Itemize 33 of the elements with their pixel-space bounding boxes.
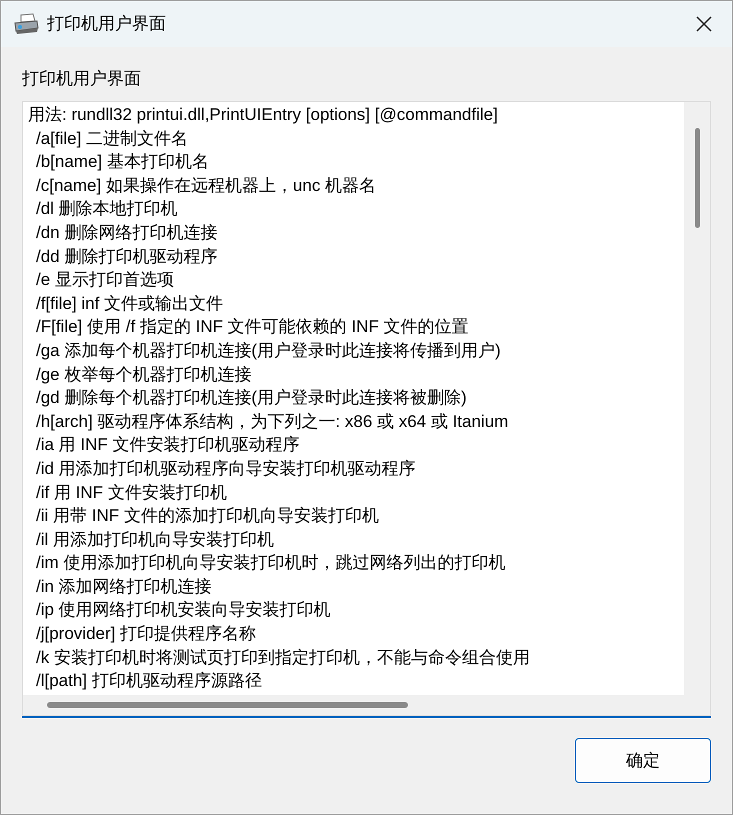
text-line: /ga 添加每个机器打印机连接(用户登录时此连接将传播到用户) [36,340,501,360]
text-line: /f[file] inf 文件或输出文件 [36,294,224,313]
text-line: /k 安装打印机时将测试页打印到指定打印机，不能与命令组合使用 [36,648,530,667]
text-line: /a[file] 二进制文件名 [36,128,188,148]
text-line: /in 添加网络打印机连接 [36,576,212,596]
text-line: /ip 使用网络打印机安装向导安装打印机 [36,600,331,620]
text-line: /dn 删除网络打印机连接 [36,222,218,242]
text-area[interactable] [22,101,711,716]
text-line: /ia 用 INF 文件安装打印机驱动程序 [36,435,300,454]
text-line: /im 使用添加打印机向导安装打印机时，跳过网络列出的打印机 [36,553,506,572]
text-line: /ge 枚举每个机器打印机连接 [36,364,252,384]
printer-icon [13,13,39,35]
text-line: /gd 删除每个机器打印机连接(用户登录时此连接将被删除) [36,388,467,408]
close-icon [696,16,712,32]
text-line: /F[file] 使用 /f 指定的 INF 文件可能依赖的 INF 文件的位置 [36,317,469,336]
text-line: /dl 删除本地打印机 [36,199,178,218]
horizontal-scrollbar-thumb[interactable] [47,702,408,708]
text-line: /if 用 INF 文件安装打印机 [36,482,227,502]
text-line: /dd 删除打印机驱动程序 [36,246,218,266]
text-line: /e 显示打印首选项 [36,270,174,290]
text-line: /l[path] 打印机驱动程序源路径 [36,671,262,690]
text-line: /h[arch] 驱动程序体系结构，为下列之一: x86 或 x64 或 Itanium [36,412,508,431]
text-line: /id 用添加打印机驱动程序向导安装打印机驱动程序 [36,458,416,478]
window-title: 打印机用户界面 [47,13,166,36]
vertical-scrollbar-thumb[interactable] [694,128,700,228]
section-label: 打印机用户界面 [22,68,142,90]
text-line: /c[name] 如果操作在远程机器上，unc 机器名 [36,176,376,195]
text-line: /ii 用带 INF 文件的添加打印机向导安装打印机 [36,506,379,526]
text-line: 用法: rundll32 printui.dll,PrintUIEntry [options] [@commandfile] [28,105,498,124]
text-line: /il 用添加打印机向导安装打印机 [36,530,274,549]
ok-button[interactable]: 确定 [575,738,711,783]
text-line: /b[name] 基本打印机名 [36,152,209,172]
text-line: /j[provider] 打印提供程序名称 [36,624,256,644]
